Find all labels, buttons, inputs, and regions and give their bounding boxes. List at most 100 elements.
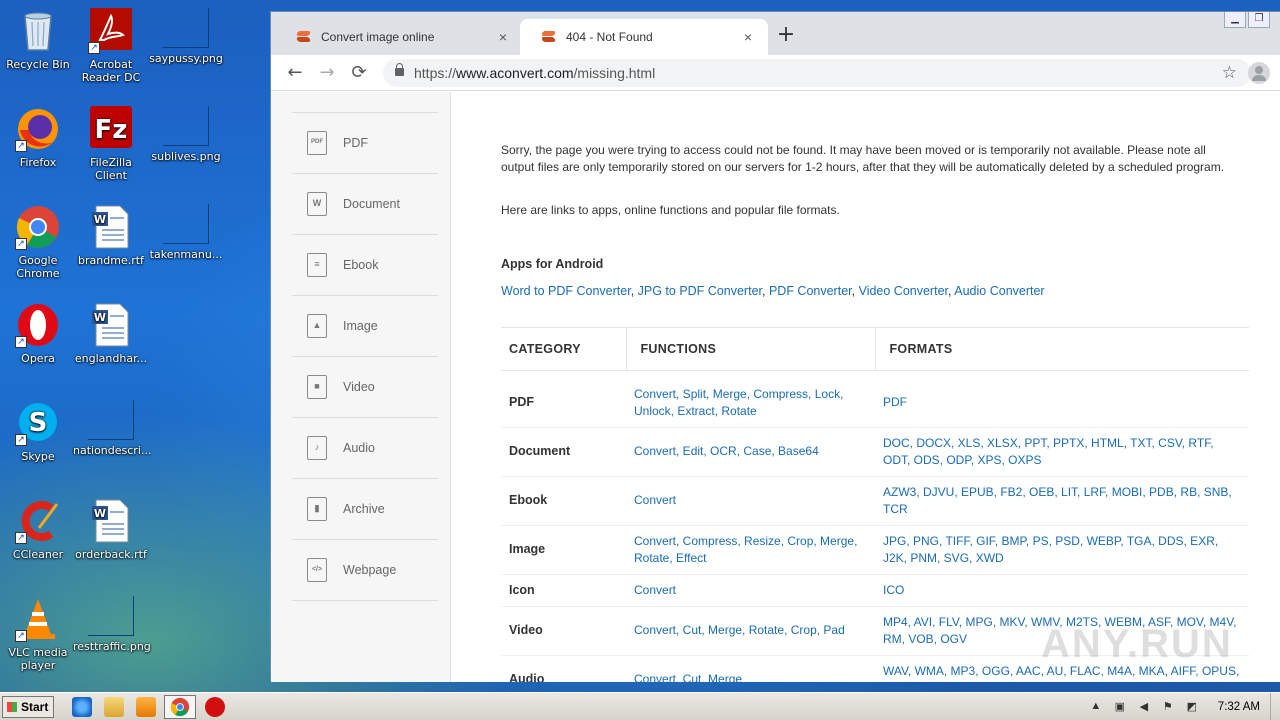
aconvert-favicon-icon <box>297 31 311 43</box>
restore-button[interactable]: ❐ <box>1248 12 1270 28</box>
svg-text:Fz: Fz <box>95 115 128 145</box>
desktop-icon-sublives[interactable]: sublives.png <box>148 106 224 163</box>
function-links[interactable]: Convert <box>634 583 676 597</box>
desktop-icon-takenmanu[interactable]: takenmanu... <box>148 204 224 261</box>
sidebar-item-document[interactable]: W Document <box>292 174 438 235</box>
webpage-icon: </> <box>307 558 327 582</box>
function-links[interactable]: Convert <box>634 493 676 507</box>
app-link[interactable]: Word to PDF Converter <box>501 284 631 298</box>
function-links[interactable]: Convert, Compress, Resize, Crop, Merge, … <box>634 534 857 565</box>
format-links[interactable]: JPG, PNG, TIFF, GIF, BMP, PS, PSD, WEBP,… <box>883 534 1218 565</box>
show-desktop-button[interactable] <box>1270 693 1280 720</box>
desktop-icon-nationdescri[interactable]: nationdescri... <box>73 400 151 457</box>
tab-404-not-found[interactable]: 404 - Not Found × <box>520 19 768 55</box>
tray-expand-icon[interactable]: ▲ <box>1088 700 1104 714</box>
word-doc-icon: W <box>88 498 134 544</box>
desktop-icon-recycle-bin[interactable]: Recycle Bin <box>0 8 76 71</box>
aconvert-favicon-icon <box>542 31 556 43</box>
tab-close-icon[interactable]: × <box>495 29 511 45</box>
formats-cell: DOC, DOCX, XLS, XLSX, PPT, PPTX, HTML, T… <box>875 427 1249 477</box>
tab-strip: Convert image online × 404 - Not Found ×… <box>271 12 1280 55</box>
sidebar-item-audio[interactable]: ♪ Audio <box>292 418 438 479</box>
desktop-icon-filezilla[interactable]: Fz FileZilla Client <box>73 106 149 182</box>
format-links[interactable]: ICO <box>883 583 904 597</box>
category-sidebar: PDF PDF W Document ≡ Ebook ▲ Image ■ Vid… <box>271 92 451 682</box>
action-center-flag-icon[interactable]: ⚑ <box>1160 700 1176 714</box>
bookmark-star-icon[interactable]: ☆ <box>1222 59 1237 87</box>
system-tray: ▲ ▣ ◀ ⚑ ◩ 7:32 AM <box>1084 693 1280 720</box>
desktop-icon-saypussy[interactable]: saypussy.png <box>148 8 224 65</box>
app-link[interactable]: PDF Converter <box>769 284 852 298</box>
sidebar-item-archive[interactable]: ▮ Archive <box>292 479 438 540</box>
explorer-taskbar-icon[interactable] <box>104 697 124 717</box>
minimize-button[interactable]: ▁ <box>1224 12 1246 28</box>
functions-cell: Convert, Split, Merge, Compress, Lock, U… <box>626 378 875 428</box>
table-row: Document Convert, Edit, OCR, Case, Base64… <box>501 427 1249 477</box>
desktop-icon-opera[interactable]: ↗ Opera <box>0 302 76 365</box>
app-link[interactable]: Audio Converter <box>954 284 1044 298</box>
format-links[interactable]: PDF <box>883 395 907 409</box>
sidebar-item-label: Audio <box>343 441 375 455</box>
word-doc-icon: W <box>88 302 134 348</box>
media-player-taskbar-icon[interactable] <box>136 697 156 717</box>
app-link[interactable]: Video Converter <box>859 284 948 298</box>
functions-cell: Convert, Cut, Merge, Rotate, Crop, Pad <box>626 606 875 656</box>
volume-icon[interactable]: ◀ <box>1136 700 1152 714</box>
tab-convert-image[interactable]: Convert image online × <box>275 19 523 55</box>
sidebar-item-pdf[interactable]: PDF PDF <box>292 113 438 174</box>
back-button[interactable]: ← <box>283 61 307 85</box>
format-links[interactable]: AZW3, DJVU, EPUB, FB2, OEB, LIT, LRF, MO… <box>883 485 1232 516</box>
apps-heading: Apps for Android <box>501 257 604 271</box>
function-links[interactable]: Convert, Split, Merge, Compress, Lock, U… <box>634 387 843 418</box>
android-apps-links: Word to PDF Converter, JPG to PDF Conver… <box>501 284 1045 298</box>
desktop-icon-vlc[interactable]: ↗ VLC media player <box>0 596 76 672</box>
opera-taskbar-icon[interactable] <box>205 697 225 717</box>
desktop-icon-englandhar[interactable]: W englandhar... <box>73 302 149 365</box>
desktop-icon-ccleaner[interactable]: ↗ CCleaner <box>0 498 76 561</box>
acrobat-icon: ↗ <box>88 8 134 54</box>
desktop-icon-skype[interactable]: S ↗ Skype <box>0 400 76 463</box>
functions-cell: Convert, Edit, OCR, Case, Base64 <box>626 427 875 477</box>
tab-close-icon[interactable]: × <box>740 29 756 45</box>
sidebar-item-video[interactable]: ■ Video <box>292 357 438 418</box>
png-file-icon <box>88 596 134 636</box>
category-cell: Ebook <box>501 476 626 526</box>
network-icon[interactable]: ▣ <box>1112 700 1128 714</box>
desktop-icon-orderback[interactable]: W orderback.rtf <box>73 498 149 561</box>
profile-avatar-icon[interactable] <box>1248 62 1270 84</box>
function-links[interactable]: Convert, Cut, Merge <box>634 672 742 682</box>
reload-button[interactable]: ⟳ <box>347 61 371 85</box>
chrome-icon: ↗ <box>15 204 61 250</box>
formats-cell: PDF <box>875 378 1249 428</box>
png-file-icon <box>88 400 134 440</box>
new-tab-button[interactable]: + <box>773 23 799 49</box>
sidebar-item-image[interactable]: ▲ Image <box>292 296 438 357</box>
function-links[interactable]: Convert, Cut, Merge, Rotate, Crop, Pad <box>634 623 845 637</box>
security-icon[interactable]: ◩ <box>1184 700 1200 714</box>
forward-button[interactable]: → <box>315 61 339 85</box>
format-links[interactable]: DOC, DOCX, XLS, XLSX, PPT, PPTX, HTML, T… <box>883 436 1214 467</box>
app-link[interactable]: JPG to PDF Converter <box>638 284 762 298</box>
start-button[interactable]: Start <box>2 696 54 718</box>
sidebar-item-label: Webpage <box>343 563 397 577</box>
desktop-icon-resttraffic[interactable]: resttraffic.png <box>73 596 151 653</box>
sidebar-item-ebook[interactable]: ≡ Ebook <box>292 235 438 296</box>
chrome-taskbar-button[interactable] <box>164 695 196 719</box>
clock[interactable]: 7:32 AM <box>1218 701 1260 713</box>
desktop-icon-acrobat[interactable]: ↗ Acrobat Reader DC <box>73 8 149 84</box>
sidebar-item-label: PDF <box>343 136 368 150</box>
desktop-icon-firefox[interactable]: ↗ Firefox <box>0 106 76 169</box>
table-row: Ebook Convert AZW3, DJVU, EPUB, FB2, OEB, … <box>501 476 1249 526</box>
png-file-icon <box>163 204 209 244</box>
formats-cell: AZW3, DJVU, EPUB, FB2, OEB, LIT, LRF, MO… <box>875 476 1249 526</box>
intro-text: Here are links to apps, online functions… <box>501 203 840 217</box>
chrome-icon <box>170 697 190 717</box>
table-row: PDF Convert, Split, Merge, Compress, Lock… <box>501 378 1249 428</box>
desktop-icon-chrome[interactable]: ↗ Google Chrome <box>0 204 76 280</box>
sidebar-item-webpage[interactable]: </> Webpage <box>292 540 438 601</box>
desktop-icon-brandme[interactable]: W brandme.rtf <box>73 204 149 267</box>
function-links[interactable]: Convert, Edit, OCR, Case, Base64 <box>634 444 819 458</box>
internet-explorer-taskbar-icon[interactable] <box>72 697 92 717</box>
address-bar[interactable]: https://www.aconvert.com/missing.html ☆ <box>383 59 1251 87</box>
sidebar-item-label: Video <box>343 380 375 394</box>
